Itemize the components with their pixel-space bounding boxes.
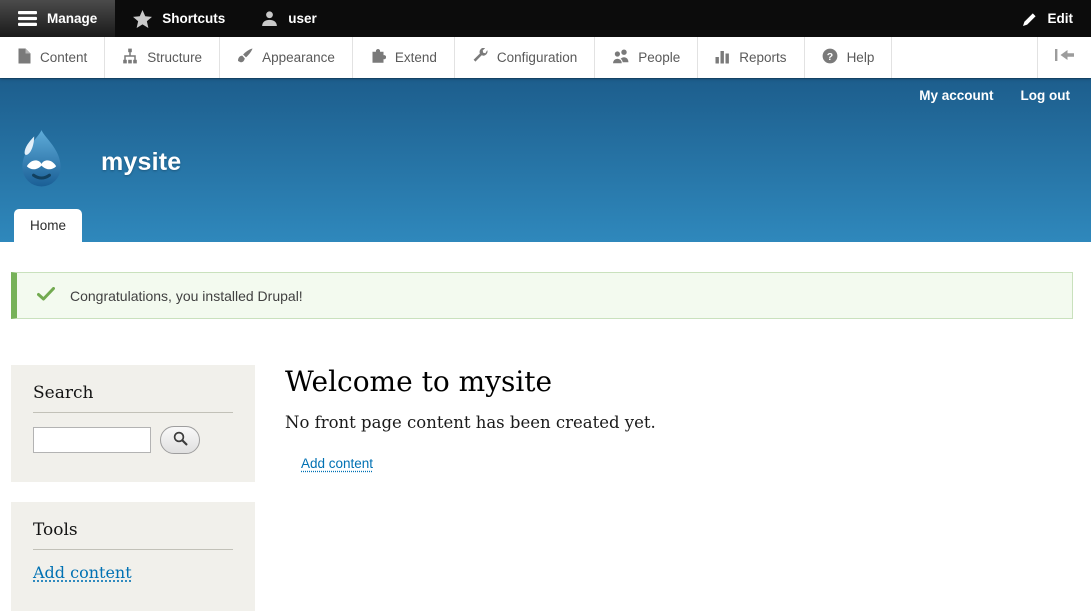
status-message: Congratulations, you installed Drupal! (11, 272, 1073, 319)
content-row: Search Tools Add content Welcome to (11, 365, 1073, 611)
help-icon: ? (822, 48, 838, 67)
toolbar-item-people[interactable]: People (595, 37, 698, 78)
tools-block: Tools Add content (11, 502, 255, 611)
toolbar-item-structure[interactable]: Structure (105, 37, 220, 78)
toolbar-tray: Content Structure Appearance Extend Conf… (0, 37, 1091, 78)
site-branding: mysite (13, 129, 181, 196)
admin-bar-item-label: Manage (47, 11, 97, 26)
add-content-link[interactable]: Add content (301, 456, 373, 471)
content-icon (17, 48, 31, 67)
admin-bar-item-manage[interactable]: Manage (0, 0, 115, 37)
extend-icon (370, 48, 386, 67)
search-button[interactable] (160, 426, 200, 454)
block-divider (33, 549, 233, 550)
search-block: Search (11, 365, 255, 482)
toolbar-item-label: Reports (739, 50, 786, 65)
menu-icon (18, 11, 37, 26)
toolbar-item-label: People (638, 50, 680, 65)
toolbar-item-help[interactable]: ? Help (805, 37, 893, 78)
search-input[interactable] (33, 427, 151, 453)
people-icon (612, 48, 629, 67)
block-divider (33, 412, 233, 413)
svg-text:?: ? (826, 51, 832, 63)
admin-bar-item-user[interactable]: user (243, 0, 335, 37)
status-message-text: Congratulations, you installed Drupal! (70, 288, 303, 304)
reports-icon (715, 48, 730, 67)
drupal-logo[interactable] (13, 129, 70, 196)
site-header: My account Log out mysite Home (0, 78, 1091, 242)
action-links: Add content (285, 455, 1073, 473)
toolbar-item-label: Structure (147, 50, 202, 65)
admin-bar-edit-button[interactable]: Edit (1004, 0, 1091, 37)
toolbar-orientation-toggle[interactable] (1037, 37, 1091, 78)
toolbar-item-label: Configuration (497, 50, 577, 65)
admin-bar-item-label: user (288, 11, 317, 26)
tab-home[interactable]: Home (14, 209, 82, 242)
configuration-icon (472, 48, 488, 67)
toolbar-item-label: Extend (395, 50, 437, 65)
empty-content-text: No front page content has been created y… (285, 413, 1073, 432)
sidebar-add-content-link[interactable]: Add content (33, 563, 132, 582)
site-name[interactable]: mysite (101, 148, 181, 177)
magnifier-icon (173, 431, 188, 449)
admin-bar-item-shortcuts[interactable]: Shortcuts (115, 0, 243, 37)
list-item: Add content (301, 455, 1073, 473)
user-icon (261, 10, 278, 27)
toolbar-item-appearance[interactable]: Appearance (220, 37, 353, 78)
secondary-menu: My account Log out (919, 88, 1070, 103)
admin-bar-item-label: Shortcuts (162, 11, 225, 26)
appearance-icon (237, 48, 253, 67)
logout-link[interactable]: Log out (1021, 88, 1070, 103)
toolbar-item-reports[interactable]: Reports (698, 37, 804, 78)
main-content: Welcome to mysite No front page content … (285, 365, 1073, 473)
toolbar-item-configuration[interactable]: Configuration (455, 37, 595, 78)
admin-bar-spacer (335, 0, 1004, 37)
star-icon (133, 10, 152, 28)
primary-tabs: Home (14, 209, 82, 242)
pencil-icon (1022, 11, 1038, 27)
tools-block-title: Tools (33, 520, 233, 540)
toolbar-item-label: Appearance (262, 50, 335, 65)
check-icon (37, 287, 55, 304)
toolbar-item-extend[interactable]: Extend (353, 37, 455, 78)
main-area: Congratulations, you installed Drupal! S… (0, 272, 1091, 611)
toolbar-item-content[interactable]: Content (0, 37, 105, 78)
sidebar: Search Tools Add content (11, 365, 255, 611)
toolbar-item-label: Content (40, 50, 87, 65)
my-account-link[interactable]: My account (919, 88, 993, 103)
search-form (33, 426, 233, 454)
admin-bar: Manage Shortcuts user Edit (0, 0, 1091, 37)
structure-icon (122, 48, 138, 67)
vertical-orientation-icon (1054, 48, 1075, 67)
search-block-title: Search (33, 383, 233, 403)
admin-bar-edit-label: Edit (1048, 11, 1074, 26)
toolbar-item-label: Help (847, 50, 875, 65)
page-title: Welcome to mysite (285, 365, 1073, 398)
